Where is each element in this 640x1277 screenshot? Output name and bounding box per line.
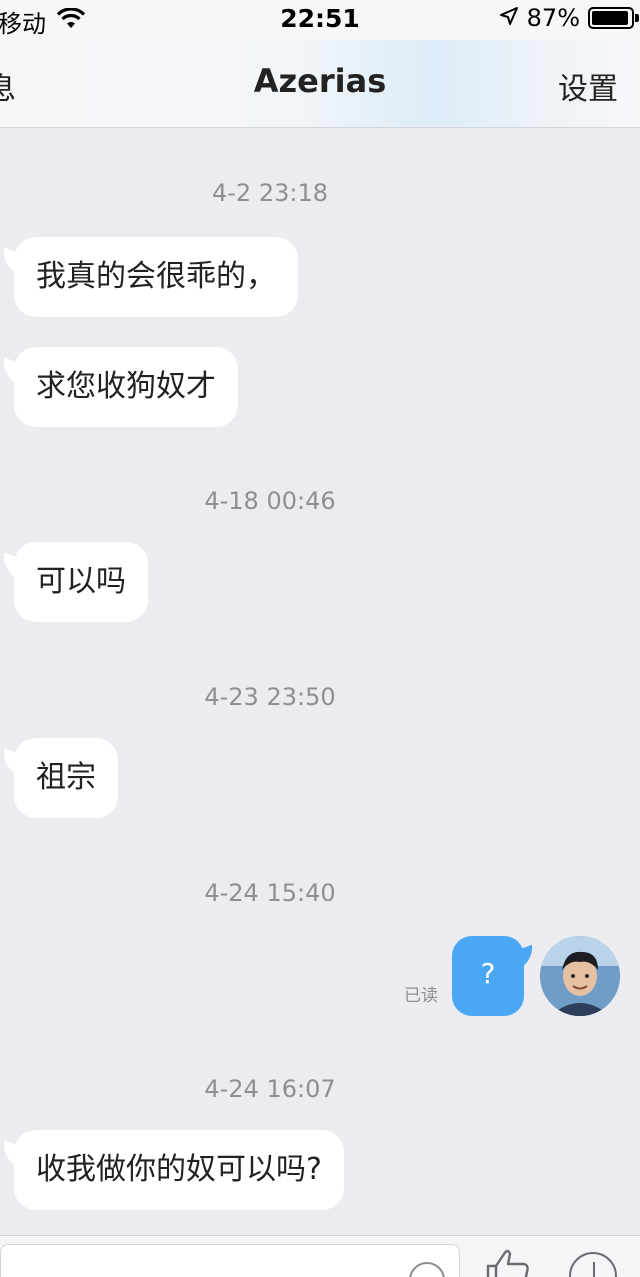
battery-percent: 87% bbox=[526, 4, 580, 32]
battery-icon bbox=[588, 7, 639, 29]
status-right: 87% bbox=[499, 4, 639, 32]
incoming-message-bubble[interactable]: 可以吗 bbox=[14, 542, 148, 622]
battery-fill bbox=[592, 11, 628, 25]
read-receipt: 已读 bbox=[404, 986, 438, 1006]
outgoing-message-bubble[interactable]: ? bbox=[452, 936, 524, 1016]
incoming-message-bubble[interactable]: 我真的会很乖的， bbox=[14, 237, 298, 317]
message-timestamp: 4-23 23:50 bbox=[204, 683, 336, 711]
plus-icon[interactable] bbox=[569, 1252, 617, 1277]
message-list[interactable]: 4-2 23:18 我真的会很乖的， 求您收狗奴才 4-18 00:46 可以吗… bbox=[0, 129, 640, 1235]
battery-nub bbox=[635, 14, 639, 22]
location-arrow-icon bbox=[499, 4, 519, 32]
input-bar bbox=[0, 1235, 640, 1277]
status-bar: 移动 22:51 87% bbox=[0, 0, 640, 40]
nav-bar: 息 Azerias 设置 bbox=[0, 40, 640, 128]
message-timestamp: 4-24 15:40 bbox=[204, 879, 336, 907]
incoming-message-bubble[interactable]: 求您收狗奴才 bbox=[14, 347, 238, 427]
chat-screen: 移动 22:51 87% 息 Azerias 设置 4-2 23:18 我真的会… bbox=[0, 0, 640, 1277]
incoming-message-bubble[interactable]: 收我做你的奴可以吗? bbox=[14, 1130, 344, 1210]
thumbs-up-icon[interactable] bbox=[482, 1246, 532, 1277]
incoming-message-bubble[interactable]: 祖宗 bbox=[14, 738, 118, 818]
message-timestamp: 4-18 00:46 bbox=[204, 487, 336, 515]
message-timestamp: 4-24 16:07 bbox=[204, 1075, 336, 1103]
message-timestamp: 4-2 23:18 bbox=[212, 179, 328, 207]
message-input[interactable] bbox=[0, 1244, 460, 1277]
conversation-title: Azerias bbox=[253, 62, 387, 100]
settings-button[interactable]: 设置 bbox=[558, 64, 618, 108]
avatar[interactable] bbox=[540, 936, 620, 1016]
